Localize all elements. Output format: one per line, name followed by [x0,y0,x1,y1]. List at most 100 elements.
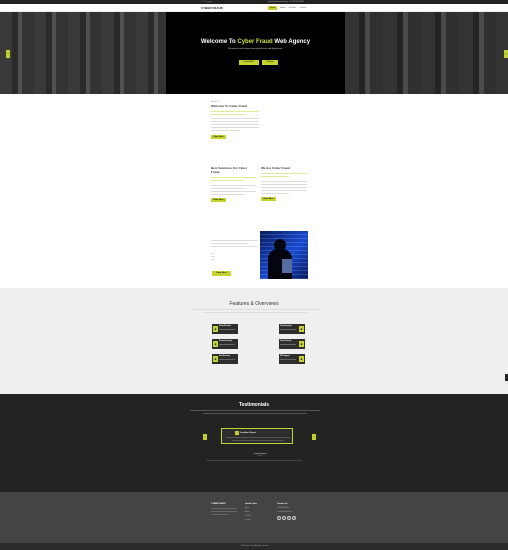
testimonial-card: “ Jonathan Bryant [221,428,293,444]
navbar: CYBER FRAUD Home About Services Contact [0,4,508,12]
hero-banner: Welcome To Cyber Fraud Web Agency We pro… [0,12,508,94]
testimonial-prev-arrow-icon[interactable]: ‹ [203,434,207,440]
nav-menu: Home About Services Contact [268,6,306,10]
client-role: Client [257,455,263,457]
feature-title: Fraud Detection [219,326,232,327]
footer: CYBER FRAUD Useful Links Home About Serv… [0,492,508,543]
feature-icon: ■ [299,326,304,332]
hacker-image [260,231,308,279]
footer-links: Useful Links Home About Services Contact [245,503,271,524]
feature-icon: ■ [213,356,218,362]
features-description [190,309,320,315]
solutions-lead [211,177,256,181]
feature-icon: ■ [213,326,218,332]
feature-desc [219,344,235,345]
hero-bg-left [0,12,166,94]
who-section: We Are Cyber Fraud Read More [261,166,307,201]
footer-email: info@cyberfraud.com [277,512,293,513]
feature-desc [280,329,296,330]
feature-card[interactable]: ■ Fraud Detection [212,324,238,334]
footer-link-about[interactable]: About [245,512,271,513]
feature-desc [280,359,296,360]
hero-prev-arrow-icon[interactable]: ‹ [6,50,10,58]
linkedin-icon[interactable]: in [287,516,291,520]
solutions-title: Best Solutions For Cyber Fraud [211,166,248,174]
nav-item-about[interactable]: About [280,7,285,9]
footer-link-home[interactable]: Home [245,508,271,509]
footer-about-text [211,508,237,515]
hero-primary-button[interactable]: Learn More [239,60,259,65]
nav-item-services[interactable]: Services [289,7,297,9]
hero-bg-right [345,12,508,94]
feature-title: 24/7 Support [280,356,290,357]
facebook-icon[interactable]: f [201,1,202,3]
feature-icon: ■ [299,356,304,362]
testimonial-next-arrow-icon[interactable]: › [312,434,316,440]
solutions-section: Best Solutions For Cyber Fraud Read More [211,166,256,202]
hero-bg-center [166,12,345,94]
feature-card[interactable]: ■ Data Recovery [212,354,238,364]
feature-card[interactable]: 24/7 Support ■ [279,354,305,364]
footer-link-contact[interactable]: Contact [245,520,271,521]
feature-card[interactable]: Threat Analysis ■ [279,324,305,334]
quote-icon: “ [235,431,239,435]
hero-subtitle: We protect your business from cyber thre… [228,48,282,50]
video-text-lines [211,240,257,247]
nav-item-home[interactable]: Home [268,6,278,10]
hero-secondary-button[interactable]: Contact [262,60,278,65]
video-read-more-button[interactable]: Read More [212,271,231,276]
hero-title: Welcome To Cyber Fraud Web Agency [200,39,311,45]
about-title: Welcome To Cyber Fraud [211,103,247,108]
who-title: We Are Cyber Fraud [261,166,290,170]
facebook-icon[interactable]: f [277,516,281,520]
social-icons: f t in ig yt [201,1,213,3]
feature-title: Threat Analysis [280,326,292,327]
feature-icon: ■ [213,341,218,347]
footer-brand: CYBER FRAUD [211,503,226,505]
video-text [211,240,257,262]
feature-title: Network Security [219,341,233,342]
feature-icon: ■ [299,341,304,347]
twitter-icon[interactable]: t [282,516,286,520]
footer-about: CYBER FRAUD [211,503,237,517]
footer-contact: Contact Us +1 234 567 8900 info@cyberfra… [277,503,309,520]
feature-card[interactable]: ■ Network Security [212,339,238,349]
footer-contact-title: Contact Us [277,503,288,505]
testimonial-quote [226,437,290,443]
feature-desc [280,344,296,345]
solutions-read-more-button[interactable]: Read More [211,198,226,202]
about-section: About Us Welcome To Cyber Fraud Read Mor… [211,101,259,139]
instagram-icon[interactable]: ig [292,516,296,520]
feature-desc [219,329,235,330]
solutions-list [211,185,256,195]
who-read-more-button[interactable]: Read More [261,197,276,201]
copyright: © 2023 Cyber Fraud. All rights reserved. [0,543,508,550]
testimonials-description [190,410,320,416]
about-lead [211,110,259,115]
instagram-icon[interactable]: ig [207,1,209,3]
nav-item-contact[interactable]: Contact [299,7,306,9]
testimonial-people: Jonathan Bryant Client [240,453,280,457]
who-lead [261,173,307,177]
about-text [211,117,259,131]
who-text [261,181,307,194]
divider [206,460,302,461]
testimonial-author: Jonathan Bryant [240,432,256,434]
page: f t in ig yt info@cyberfraud.com | +1 23… [0,0,508,550]
footer-phone: +1 234 567 8900 [277,508,290,509]
footer-link-services[interactable]: Services [245,516,271,517]
feature-card[interactable]: Cloud Security ■ [279,339,305,349]
footer-social: f t in ig [277,516,309,520]
brand-logo[interactable]: CYBER FRAUD [201,6,223,10]
testimonials-section: Testimonials “ Jonathan Bryant ‹ › Jonat… [0,394,508,492]
video-text-bullets [211,253,215,260]
youtube-icon[interactable]: yt [211,1,213,3]
feature-title: Data Recovery [219,356,231,357]
footer-links-title: Useful Links [245,503,257,505]
about-read-more-button[interactable]: Read More [211,134,226,139]
hero-next-arrow-icon[interactable]: › [504,50,508,58]
feature-desc [219,359,235,360]
top-contact: info@cyberfraud.com | +1 234 567 8900 [268,1,304,3]
testimonials-title: Testimonials [238,402,270,408]
features-section: Features & Overviews ■ Fraud Detection ■… [0,288,508,394]
